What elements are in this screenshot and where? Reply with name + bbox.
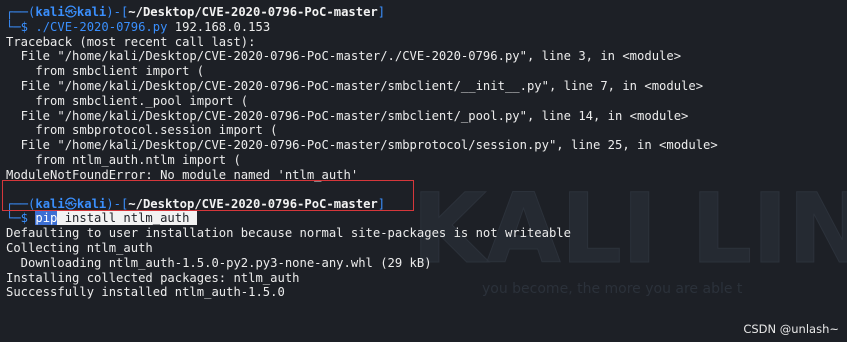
csdn-watermark: CSDN @unlash~ (743, 322, 839, 336)
prompt-host: kali (76, 5, 107, 19)
output-line: File "/home/kali/Desktop/CVE-2020-0796-P… (6, 138, 718, 153)
prompt-line-1: ┌──(kali㉿kali)-[~/Desktop/CVE-2020-0796-… (6, 5, 386, 19)
terminal-output[interactable]: ┌──(kali㉿kali)-[~/Desktop/CVE-2020-0796-… (6, 5, 843, 300)
command-name-selected: pip (35, 211, 58, 226)
output-line: Traceback (most recent call last): (6, 34, 256, 49)
command-args-highlighted: install ntlm_auth (57, 211, 197, 226)
output-line: Defaulting to user installation because … (6, 226, 571, 241)
output-line: from ntlm_auth.ntlm import ( (6, 152, 241, 167)
command-name: ./CVE-2020-0796.py (35, 19, 168, 34)
prompt-user: kali (35, 5, 65, 19)
output-line: Collecting ntlm_auth (6, 240, 153, 255)
output-line: File "/home/kali/Desktop/CVE-2020-0796-P… (6, 108, 689, 123)
output-line: from smbclient import ( (6, 64, 205, 79)
command-line-1: └─$ ./CVE-2020-0796.py 192.168.0.153 (6, 19, 271, 34)
prompt-path: ~/Desktop/CVE-2020-0796-PoC-master (128, 5, 378, 19)
output-line: from smbclient._pool import ( (6, 93, 249, 108)
error-highlight-box (2, 180, 414, 211)
command-args: 192.168.0.153 (167, 19, 271, 34)
command-line-2: └─$ pip install ntlm_auth (6, 211, 197, 226)
output-line: Installing collected packages: ntlm_auth (6, 270, 300, 285)
output-line: File "/home/kali/Desktop/CVE-2020-0796-P… (6, 49, 682, 64)
output-line: from smbprotocol.session import ( (6, 123, 278, 138)
output-line: Downloading ntlm_auth-1.5.0-py2.py3-none… (6, 255, 432, 270)
output-line: Successfully installed ntlm_auth-1.5.0 (6, 285, 285, 300)
output-line: File "/home/kali/Desktop/CVE-2020-0796-P… (6, 78, 704, 93)
